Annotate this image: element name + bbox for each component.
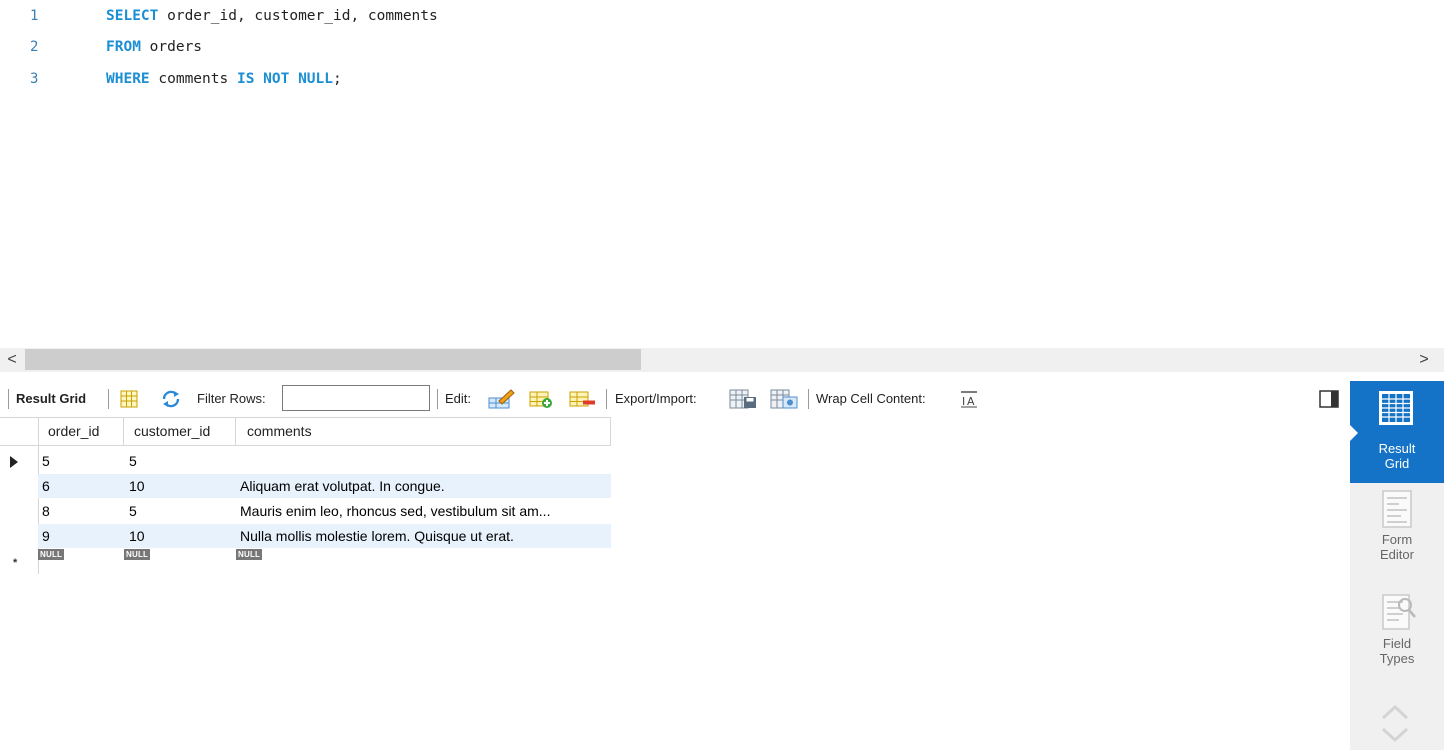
line-number: 3 [30,71,39,87]
line-number: 1 [30,8,39,24]
cell-order-id[interactable]: 9 [42,524,50,548]
import-icon[interactable] [769,389,799,409]
filter-rows-label: Filter Rows: [197,391,266,406]
toolbar-divider [108,389,109,409]
side-tab-form-editor[interactable]: Form Editor [1350,489,1444,562]
table-row[interactable]: 8 5 Mauris enim leo, rhoncus sed, vestib… [38,499,611,523]
code-line[interactable]: 2 FROM orders [0,39,900,61]
side-tab-label: Types [1379,651,1415,666]
scroll-down-icon[interactable] [1380,726,1410,744]
code-line[interactable]: 1 SELECT order_id, customer_id, comments [0,8,900,30]
toggle-panel-icon[interactable] [1318,389,1340,409]
cell-order-id[interactable]: 8 [42,499,50,523]
refresh-icon[interactable] [160,389,182,409]
svg-text:I: I [962,395,965,408]
sql-text: ; [333,71,342,87]
side-tab-result-grid[interactable]: Result Grid [1350,381,1444,483]
null-badge: NULL [236,549,263,560]
edit-cell-icon[interactable] [487,389,515,409]
cell-order-id[interactable]: 5 [42,449,50,473]
cell-customer-id[interactable]: 10 [129,474,145,498]
scrollbar-thumb[interactable] [25,349,641,370]
export-import-label: Export/Import: [615,391,697,406]
table-row[interactable]: 5 5 [38,449,611,473]
toolbar-divider [808,389,809,409]
column-divider [38,417,39,446]
side-tab-label: Field [1382,636,1412,651]
svg-text:A: A [967,395,975,408]
cell-customer-id[interactable]: 5 [129,449,137,473]
sql-keyword: WHERE [106,71,150,87]
cell-order-id[interactable]: 6 [42,474,50,498]
toolbar-divider [437,389,438,409]
side-tab-label: Result [1378,441,1416,456]
cell-comments[interactable]: Aliquam erat volutpat. In congue. [240,474,610,498]
new-row[interactable]: NULL NULL NULL [38,548,611,566]
horizontal-scrollbar[interactable]: < > [0,348,1444,372]
new-row-marker-icon: * [13,557,18,569]
export-icon[interactable] [728,389,758,409]
column-header-customer-id[interactable]: customer_id [134,417,210,446]
cell-customer-id[interactable]: 10 [129,524,145,548]
result-grid-tab[interactable]: Result Grid [16,381,86,417]
cell-comments[interactable]: Mauris enim leo, rhoncus sed, vestibulum… [240,499,610,523]
code-text: SELECT order_id, customer_id, comments [106,8,438,24]
null-badge: NULL [38,549,65,560]
table-row[interactable]: 6 10 Aliquam erat volutpat. In congue. [38,474,611,498]
form-editor-icon [1382,490,1412,528]
toolbar-divider [8,389,9,409]
line-number: 2 [30,39,39,55]
result-side-panel: Result Grid Form Editor Field Types [1350,381,1444,750]
scroll-right-icon[interactable]: > [1414,350,1434,370]
active-tab-notch [1350,425,1358,441]
toolbar-divider [606,389,607,409]
table-row[interactable]: 9 10 Nulla mollis molestie lorem. Quisqu… [38,524,611,548]
scroll-up-icon[interactable] [1380,703,1410,721]
add-row-icon[interactable] [528,389,554,409]
column-divider [235,417,236,446]
current-row-icon [10,456,18,468]
toggle-columns-icon[interactable] [118,389,140,409]
code-text: FROM orders [106,39,202,55]
delete-row-icon[interactable] [568,389,596,409]
sql-editor[interactable]: 1 SELECT order_id, customer_id, comments… [0,0,1444,347]
side-tab-label: Form [1381,532,1413,547]
sql-text: comments [149,71,237,87]
sql-keyword: FROM [106,39,141,55]
result-grid-icon [1379,391,1413,425]
column-divider [610,417,611,446]
side-tab-label: Editor [1380,547,1414,562]
sql-keyword: SELECT [106,8,159,24]
cell-customer-id[interactable]: 5 [129,499,137,523]
sql-text: order_id, customer_id, comments [158,8,438,24]
code-text: WHERE comments IS NOT NULL; [106,71,342,87]
column-divider [123,417,124,446]
column-header-order-id[interactable]: order_id [48,417,99,446]
cell-comments[interactable]: Nulla mollis molestie lorem. Quisque ut … [240,524,610,548]
result-toolbar: Result Grid Filter Rows: Edit: Export/Im… [0,381,1349,417]
column-header-comments[interactable]: comments [247,417,312,446]
side-tab-label: Grid [1384,456,1410,471]
filter-rows-input[interactable] [282,385,430,411]
sql-keyword: IS NOT NULL [236,71,333,87]
sql-text: orders [140,39,203,55]
code-line[interactable]: 3 WHERE comments IS NOT NULL; [0,71,900,93]
null-badge: NULL [124,549,151,560]
side-tab-field-types[interactable]: Field Types [1350,591,1444,666]
wrap-text-icon[interactable]: I A [958,389,980,409]
edit-label: Edit: [445,391,472,406]
field-types-icon [1382,594,1416,630]
wrap-cell-content-label: Wrap Cell Content: [816,391,926,406]
cell-comments[interactable] [240,449,610,473]
scroll-left-icon[interactable]: < [2,350,22,370]
